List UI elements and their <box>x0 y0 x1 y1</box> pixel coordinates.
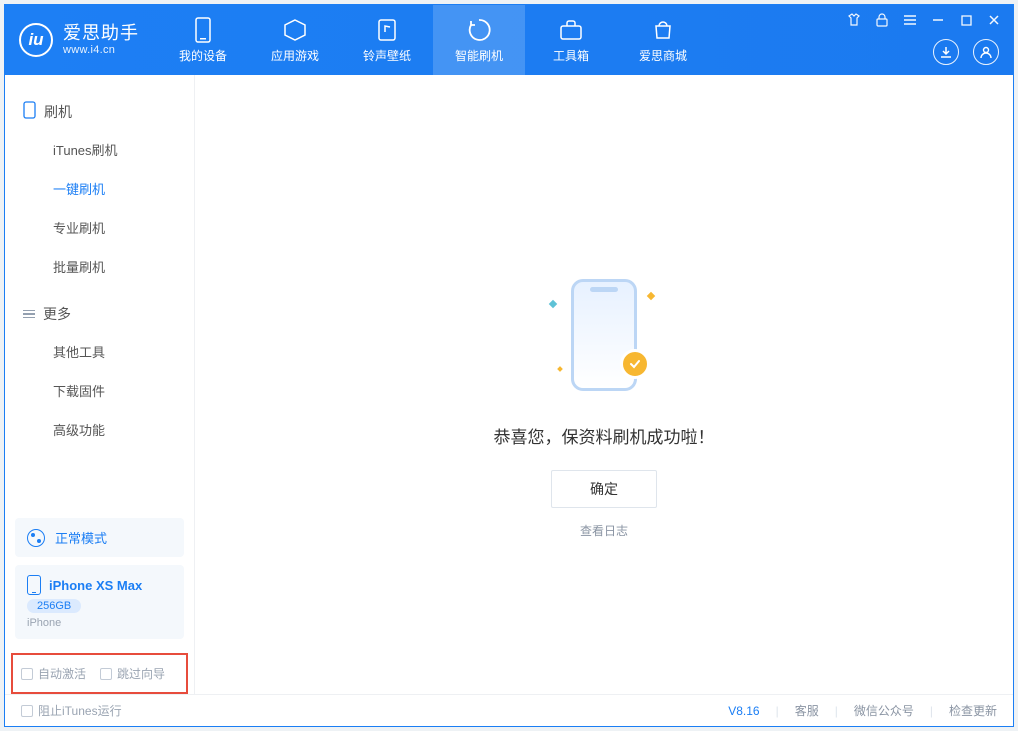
device-icon <box>190 17 216 43</box>
sidebar-header-more: 更多 <box>5 296 194 332</box>
flash-icon <box>466 17 492 43</box>
user-icon[interactable] <box>973 39 999 65</box>
sidebar-header-flash: 刷机 <box>5 93 194 130</box>
tshirt-icon[interactable] <box>845 11 863 29</box>
link-wechat[interactable]: 微信公众号 <box>854 702 914 719</box>
device-small-icon <box>27 575 41 595</box>
sidebar-item-download-firmware[interactable]: 下载固件 <box>5 371 194 410</box>
ok-button[interactable]: 确定 <box>551 470 657 508</box>
sparkle-icon <box>549 300 557 308</box>
success-message: 恭喜您，保资料刷机成功啦！ <box>494 423 715 448</box>
tab-my-device[interactable]: 我的设备 <box>157 5 249 75</box>
tab-ringtone-wallpaper[interactable]: 铃声壁纸 <box>341 5 433 75</box>
titlebar: iu 爱思助手 www.i4.cn 我的设备 应用游戏 铃声壁纸 智能刷机 <box>5 5 1013 75</box>
minimize-button[interactable] <box>929 11 947 29</box>
link-check-update[interactable]: 检查更新 <box>949 702 997 719</box>
sidebar: 刷机 iTunes刷机 一键刷机 专业刷机 批量刷机 更多 其他工具 下载固件 … <box>5 75 195 694</box>
window-controls <box>845 11 1007 29</box>
device-type: iPhone <box>27 617 61 629</box>
checkbox-icon <box>21 668 33 680</box>
options-highlight-box: 自动激活 跳过向导 <box>11 653 188 694</box>
menu-icon <box>23 310 35 319</box>
result-panel: 恭喜您，保资料刷机成功啦！ 确定 查看日志 <box>494 265 715 539</box>
checkbox-skip-guide[interactable]: 跳过向导 <box>100 665 165 682</box>
store-icon <box>650 17 676 43</box>
sidebar-item-pro-flash[interactable]: 专业刷机 <box>5 208 194 247</box>
success-illustration <box>524 265 684 405</box>
ringtone-icon <box>374 17 400 43</box>
sidebar-item-other-tools[interactable]: 其他工具 <box>5 332 194 371</box>
sidebar-item-batch-flash[interactable]: 批量刷机 <box>5 247 194 286</box>
brand-subtitle: www.i4.cn <box>63 44 139 57</box>
device-name: iPhone XS Max <box>49 578 142 593</box>
close-button[interactable] <box>985 11 1003 29</box>
brand-title: 爱思助手 <box>63 23 139 44</box>
sidebar-section-flash: 刷机 iTunes刷机 一键刷机 专业刷机 批量刷机 <box>5 93 194 296</box>
checkbox-icon <box>100 668 112 680</box>
main-tabs: 我的设备 应用游戏 铃声壁纸 智能刷机 工具箱 爱思商城 <box>157 5 709 75</box>
body: 刷机 iTunes刷机 一键刷机 专业刷机 批量刷机 更多 其他工具 下载固件 … <box>5 75 1013 694</box>
download-icon[interactable] <box>933 39 959 65</box>
sparkle-icon <box>647 292 655 300</box>
lock-icon[interactable] <box>873 11 891 29</box>
sidebar-item-advanced[interactable]: 高级功能 <box>5 410 194 449</box>
sidebar-bottom: 正常模式 iPhone XS Max 256GB iPhone <box>5 508 194 647</box>
tab-store[interactable]: 爱思商城 <box>617 5 709 75</box>
sidebar-section-more: 更多 其他工具 下载固件 高级功能 <box>5 296 194 459</box>
apps-icon <box>282 17 308 43</box>
toolbox-icon <box>558 17 584 43</box>
sidebar-item-itunes-flash[interactable]: iTunes刷机 <box>5 130 194 169</box>
tab-apps-games[interactable]: 应用游戏 <box>249 5 341 75</box>
brand-logo-icon: iu <box>19 23 53 57</box>
version-label[interactable]: V8.16 <box>728 704 759 718</box>
tab-smart-flash[interactable]: 智能刷机 <box>433 5 525 75</box>
checkmark-badge-icon <box>620 349 650 379</box>
checkbox-auto-activate[interactable]: 自动激活 <box>21 665 86 682</box>
sparkle-icon <box>557 366 563 372</box>
maximize-button[interactable] <box>957 11 975 29</box>
menu-icon[interactable] <box>901 11 919 29</box>
mode-label: 正常模式 <box>55 528 107 547</box>
checkbox-icon <box>21 705 33 717</box>
checkbox-block-itunes[interactable]: 阻止iTunes运行 <box>21 702 122 719</box>
app-window: iu 爱思助手 www.i4.cn 我的设备 应用游戏 铃声壁纸 智能刷机 <box>4 4 1014 727</box>
tab-toolbox[interactable]: 工具箱 <box>525 5 617 75</box>
view-log-link[interactable]: 查看日志 <box>580 522 628 539</box>
statusbar: 阻止iTunes运行 V8.16 | 客服 | 微信公众号 | 检查更新 <box>5 694 1013 726</box>
sidebar-item-oneclick-flash[interactable]: 一键刷机 <box>5 169 194 208</box>
brand: iu 爱思助手 www.i4.cn <box>5 5 157 75</box>
storage-badge: 256GB <box>27 599 81 613</box>
main-content: 恭喜您，保资料刷机成功啦！ 确定 查看日志 <box>195 75 1013 694</box>
mode-card[interactable]: 正常模式 <box>15 518 184 557</box>
mode-icon <box>27 529 45 547</box>
link-support[interactable]: 客服 <box>795 702 819 719</box>
phone-icon <box>23 101 36 122</box>
device-card[interactable]: iPhone XS Max 256GB iPhone <box>15 565 184 639</box>
header-action-icons <box>933 39 999 65</box>
